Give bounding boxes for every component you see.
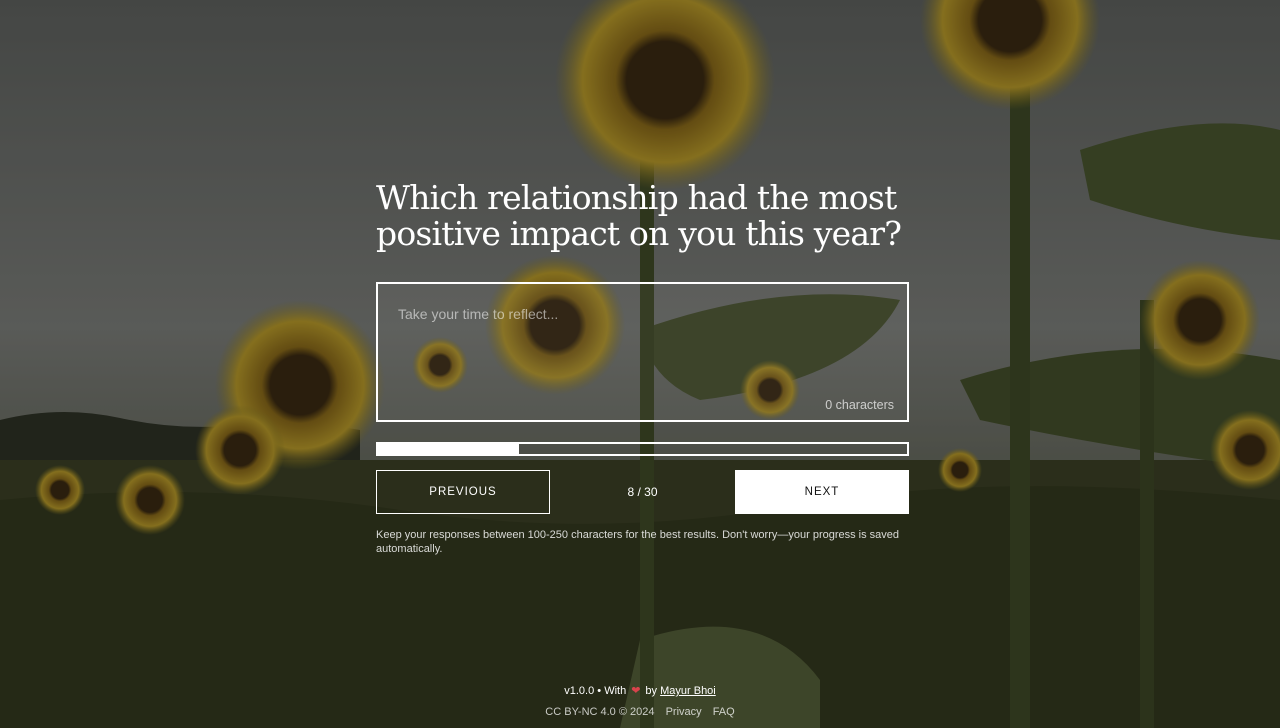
question-title: Which relationship had the most positive… [376,178,902,253]
footer-links: CC BY-NC 4.0 © 2024 Privacy FAQ [0,705,1280,719]
progress-bar [376,442,909,456]
license-label: CC BY-NC 4.0 © 2024 [545,706,655,718]
next-button[interactable]: NEXT [735,470,909,514]
answer-field-container: 0 characters [376,282,909,422]
by-label: by [645,685,658,697]
footer-credits: v1.0.0 • With ❤ by Mayur Bhoi [0,684,1280,698]
footer: v1.0.0 • With ❤ by Mayur Bhoi CC BY-NC 4.0… [0,684,1280,719]
author-link[interactable]: Mayur Bhoi [660,685,716,697]
hint-text: Keep your responses between 100-250 char… [376,529,900,555]
progress-bar-fill [378,444,520,454]
character-count: 0 characters [825,398,894,412]
with-label: • With [597,685,627,697]
navigation-row: PREVIOUS 8 / 30 NEXT [376,470,909,514]
faq-link[interactable]: FAQ [713,706,735,718]
previous-button[interactable]: PREVIOUS [376,470,550,514]
question-card: Which relationship had the most positive… [376,180,909,556]
heart-icon: ❤ [631,685,641,697]
step-counter: 8 / 30 [627,485,658,499]
version-label: v1.0.0 [564,685,595,697]
privacy-link[interactable]: Privacy [666,706,702,718]
